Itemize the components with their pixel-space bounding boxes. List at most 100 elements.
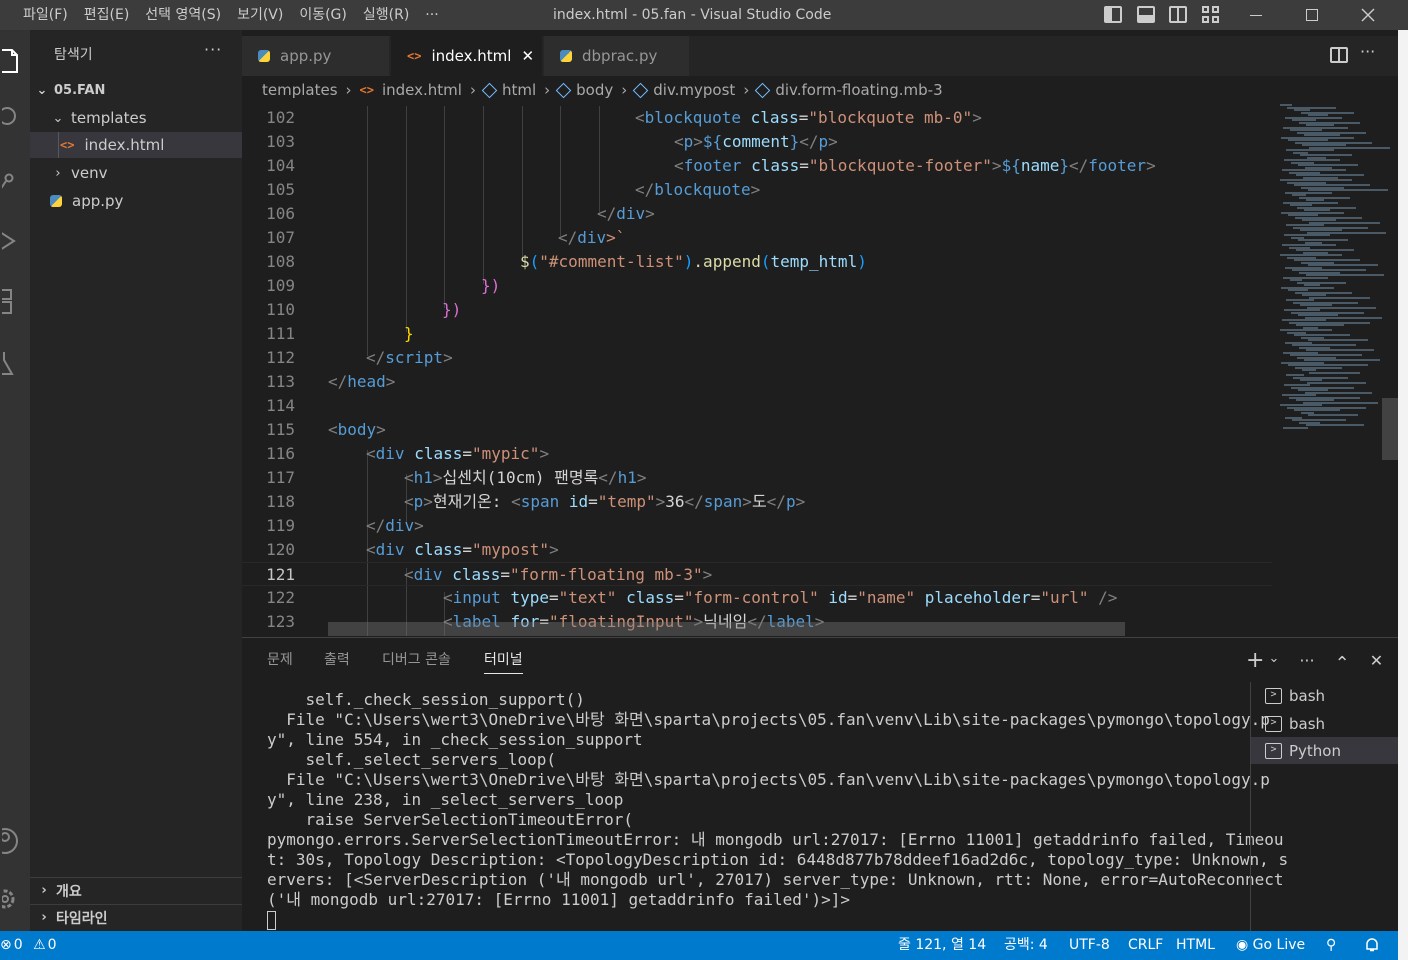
breadcrumb-item[interactable]: div.mypost (653, 81, 735, 99)
line-number: 104 (266, 156, 295, 175)
run-debug-icon[interactable] (0, 228, 30, 254)
breadcrumb-item[interactable]: index.html (382, 81, 462, 99)
terminal-output[interactable]: self._check_session_support() File "C:\U… (267, 690, 1288, 930)
menu-more[interactable]: ··· (417, 0, 446, 30)
minimap-line (1309, 296, 1370, 299)
split-editor-icon[interactable] (1330, 47, 1348, 63)
code-line: 113 </head> (242, 370, 1272, 394)
notifications-bell-icon[interactable] (1364, 931, 1380, 960)
new-terminal-icon[interactable]: + (1246, 648, 1264, 673)
minimap[interactable] (1272, 100, 1398, 636)
more-actions-icon[interactable]: ··· (1299, 651, 1314, 670)
customize-layout-icon[interactable] (1202, 6, 1220, 24)
tree-item-templates[interactable]: ⌄ templates (30, 105, 242, 131)
maximize-panel-icon[interactable]: ⌃ (1335, 653, 1350, 674)
close-panel-icon[interactable]: ✕ (1370, 651, 1383, 670)
menu-edit[interactable]: 편집(E) (76, 0, 138, 30)
go-live-button[interactable]: ◉ Go Live (1236, 931, 1305, 960)
code-text: <p>${comment}</p> (674, 132, 838, 151)
code-line: 102 <blockquote class="blockquote mb-0"> (242, 106, 1272, 130)
code-line: 118 <p>현재기온: <span id="temp">36</span>도</… (242, 490, 1272, 514)
minimap-line (1308, 339, 1368, 341)
tab-app-py[interactable]: app.py (242, 36, 389, 76)
terminal-line: pymongo.errors.ServerSelectionTimeoutErr… (267, 830, 1284, 849)
terminal-line: self._select_servers_loop( (267, 750, 556, 769)
toggle-panel-icon[interactable] (1137, 6, 1155, 23)
line-number: 119 (266, 516, 295, 535)
source-control-icon[interactable] (0, 168, 30, 194)
menu-file[interactable]: 파일(F) (15, 0, 76, 30)
tree-item-app-py[interactable]: app.py (30, 188, 242, 214)
close-window-button[interactable] (1340, 0, 1396, 30)
menu-go[interactable]: 이동(G) (291, 0, 355, 30)
tab-output[interactable]: 출력 (324, 638, 350, 682)
status-bar: ⊗ 0 ⚠ 0 줄 121, 열 14 공백: 4 UTF-8 CRLF HTML … (0, 931, 1398, 960)
code-line: 115 <body> (242, 418, 1272, 442)
code-line: 103 <p>${comment}</p> (242, 130, 1272, 154)
cursor-position[interactable]: 줄 121, 열 14 (898, 931, 986, 960)
terminal-prompt[interactable] (267, 910, 1227, 930)
vertical-scrollbar[interactable] (1382, 398, 1398, 460)
search-icon[interactable] (0, 106, 30, 132)
code-line: 122 <input type="text" class="form-contro… (242, 586, 1272, 610)
line-ending[interactable]: CRLF (1128, 931, 1163, 960)
terminal-item-bash[interactable]: > bash (1251, 710, 1399, 737)
chevron-down-icon: ⌄ (52, 110, 64, 126)
terminal-item-label: Python (1289, 741, 1341, 760)
indentation[interactable]: 공백: 4 (1004, 931, 1048, 960)
problems-status[interactable]: ⊗ 0 ⚠ 0 (0, 931, 57, 960)
toggle-secondary-sidebar-icon[interactable] (1169, 6, 1187, 23)
terminal-item-python[interactable]: > Python (1251, 737, 1399, 764)
tab-dbprac-py[interactable]: dbprac.py (544, 36, 689, 76)
tab-terminal[interactable]: 터미널 (484, 638, 523, 682)
workspace-root[interactable]: ⌄ 05.FAN (30, 77, 242, 103)
explorer-more-actions-button[interactable]: ··· (204, 40, 222, 59)
minimize-button[interactable] (1228, 0, 1284, 30)
breadcrumb: templates › <> index.html › html › body … (262, 78, 943, 102)
terminal-item-bash[interactable]: > bash (1251, 682, 1399, 709)
tree-item-venv[interactable]: › venv (30, 160, 242, 186)
accounts-icon[interactable]: ⚲ (1326, 931, 1336, 960)
terminal-icon: > (1265, 715, 1282, 732)
tab-close-icon[interactable]: ✕ (521, 47, 534, 65)
breadcrumb-item[interactable]: html (502, 81, 536, 99)
horizontal-scrollbar[interactable] (328, 622, 1125, 636)
code-text: <p>현재기온: <span id="temp">36</span>도</p> (404, 492, 806, 511)
breadcrumb-item[interactable]: div.form-floating.mb-3 (775, 81, 942, 99)
breadcrumb-item[interactable]: templates (262, 81, 338, 99)
tree-item-index-html[interactable]: <> index.html (30, 132, 242, 158)
line-number: 106 (266, 204, 295, 223)
tab-debug-console[interactable]: 디버그 콘솔 (382, 638, 451, 682)
tab-label: index.html (431, 47, 512, 65)
tab-problems[interactable]: 문제 (267, 638, 293, 682)
explorer-icon[interactable] (0, 46, 30, 76)
breadcrumb-item[interactable]: body (576, 81, 613, 99)
menu-view[interactable]: 보기(V) (229, 0, 291, 30)
editor-more-actions-icon[interactable]: ··· (1360, 42, 1375, 61)
terminal-line: raise ServerSelectionTimeoutError( (267, 810, 634, 829)
maximize-button[interactable] (1284, 0, 1340, 30)
extensions-icon[interactable] (0, 286, 30, 316)
minimap-line (1308, 414, 1358, 416)
outline-section[interactable]: › 개요 (30, 877, 242, 903)
language-mode[interactable]: HTML (1176, 931, 1215, 960)
element-icon (755, 82, 771, 98)
code-editor[interactable]: 102 <blockquote class="blockquote mb-0"> … (242, 106, 1272, 636)
toggle-primary-sidebar-icon[interactable] (1104, 6, 1122, 23)
encoding[interactable]: UTF-8 (1069, 931, 1110, 960)
element-icon (555, 82, 572, 98)
timeline-section[interactable]: › 타임라인 (30, 904, 242, 930)
code-text: <input type="text" class="form-control" … (443, 588, 1118, 607)
testing-icon[interactable] (0, 348, 30, 378)
chevron-down-icon: ⌄ (36, 82, 48, 98)
line-number: 107 (266, 228, 295, 247)
settings-gear-icon[interactable] (0, 884, 30, 914)
line-number: 111 (266, 324, 295, 343)
code-line: 110}) (242, 298, 1272, 322)
menu-selection[interactable]: 선택 영역(S) (137, 0, 229, 30)
tab-index-html[interactable]: <> index.html ✕ (391, 36, 542, 76)
account-icon[interactable] (0, 826, 30, 856)
menu-run[interactable]: 실행(R) (355, 0, 417, 30)
chevron-down-icon[interactable]: ⌄ (1268, 651, 1279, 666)
maximize-icon (1306, 9, 1318, 21)
